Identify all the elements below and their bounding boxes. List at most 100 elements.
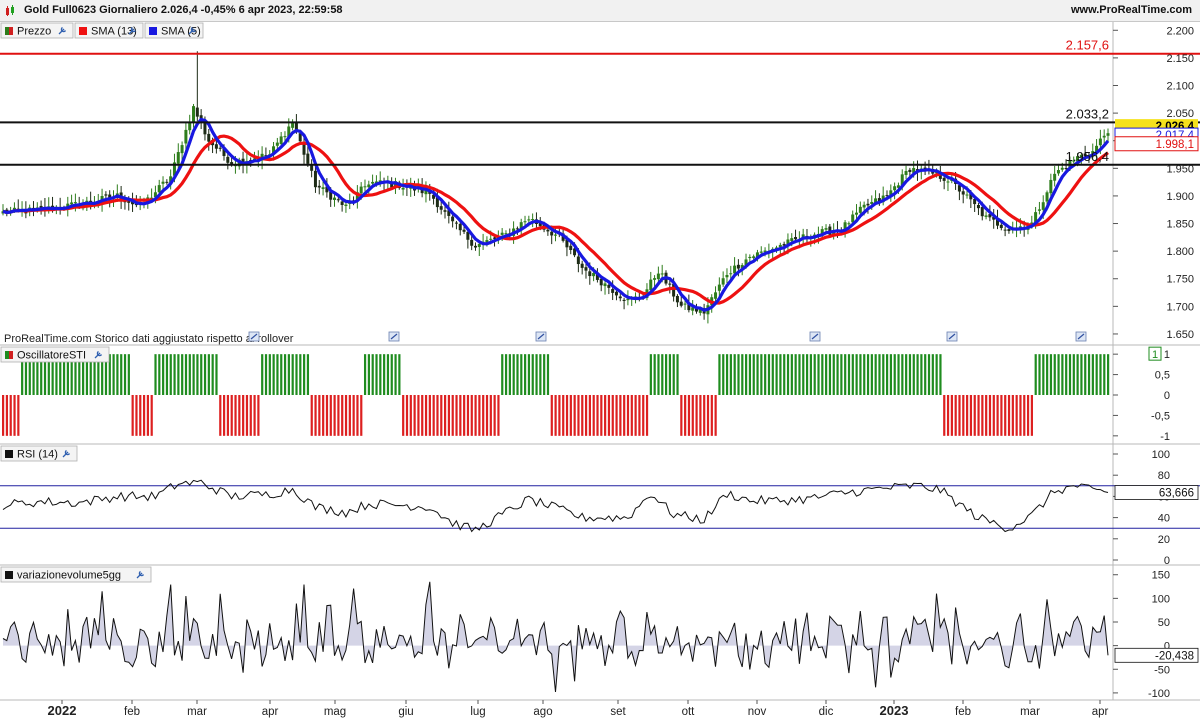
price-candle xyxy=(851,214,855,223)
price-candle xyxy=(1045,192,1049,202)
price-candle xyxy=(855,212,859,215)
legend-sma13[interactable]: SMA (13) xyxy=(74,22,144,39)
price-candle xyxy=(942,177,946,181)
event-flag-icon[interactable] xyxy=(809,331,821,342)
price-candle xyxy=(1060,167,1064,170)
legend-prezzo[interactable]: Prezzo xyxy=(0,22,74,39)
sti-bar xyxy=(584,395,588,436)
event-flag-icon[interactable] xyxy=(1075,331,1087,342)
price-candle xyxy=(984,215,988,217)
price-candle xyxy=(371,181,375,184)
chart-canvas[interactable]: 2.157,62.033,21.956,4ProRealTime.com Sto… xyxy=(0,22,1200,720)
price-candle xyxy=(165,181,169,183)
sti-bar xyxy=(840,354,843,395)
sti-bar xyxy=(916,354,919,395)
sti-bar xyxy=(973,395,976,436)
price-candle xyxy=(679,301,683,306)
sti-bar xyxy=(638,395,641,436)
sti-bar xyxy=(493,395,496,436)
sti-bar xyxy=(196,354,199,395)
sti-panel[interactable] xyxy=(2,354,1110,436)
sti-bar xyxy=(748,354,752,395)
x-tick-label: mar xyxy=(1020,706,1040,718)
sti-bar xyxy=(463,395,466,436)
sti-bar xyxy=(703,395,706,436)
sti-bar xyxy=(120,354,123,395)
rsi-panel[interactable] xyxy=(0,479,1200,533)
sti-bar xyxy=(752,354,755,395)
volume-panel[interactable] xyxy=(2,581,1109,693)
sti-bar xyxy=(623,395,626,436)
legend-sma5[interactable]: SMA (5) xyxy=(144,22,204,39)
sti-bar xyxy=(565,395,569,436)
sti-bar xyxy=(428,395,431,436)
sti-bar xyxy=(1034,354,1037,395)
sti-bar xyxy=(348,395,351,436)
sti-bar xyxy=(1038,354,1041,395)
sti-bar xyxy=(402,395,405,436)
vol-tick-label: -50 xyxy=(1154,664,1170,676)
legend-sma13-label: SMA (13) xyxy=(91,26,137,38)
price-candle xyxy=(752,256,756,259)
sti-bar xyxy=(207,354,210,395)
price-candle xyxy=(336,199,340,201)
legend-prezzo-label: Prezzo xyxy=(17,26,51,38)
sti-bar xyxy=(1091,354,1094,395)
sti-bar xyxy=(539,354,542,395)
sti-bar xyxy=(832,354,835,395)
price-candle xyxy=(584,267,588,271)
legend-sti[interactable]: OscillatoreSTI xyxy=(0,346,110,363)
sti-bar xyxy=(363,354,367,395)
level-label: 2.033,2 xyxy=(1066,106,1109,121)
legend-rsi[interactable]: RSI (14) xyxy=(0,445,78,462)
sti-bar xyxy=(1080,354,1083,395)
price-panel[interactable]: 2.157,62.033,21.956,4ProRealTime.com Sto… xyxy=(0,38,1200,345)
sti-bar xyxy=(268,354,271,395)
price-candle xyxy=(675,295,679,303)
price-candle xyxy=(310,165,314,171)
event-flag-icon[interactable] xyxy=(388,331,400,342)
vol-tick-label: 100 xyxy=(1152,593,1170,605)
sti-bar xyxy=(390,354,393,395)
price-candle xyxy=(1041,202,1045,210)
legend-sma13-swatch xyxy=(79,27,87,35)
price-candle xyxy=(611,289,615,293)
x-tick-label: ott xyxy=(682,706,696,718)
sti-bar xyxy=(1007,395,1011,436)
sti-bar xyxy=(230,395,233,436)
legend-rsi-swatch xyxy=(5,450,13,458)
sti-bar xyxy=(1049,354,1053,395)
sti-bar xyxy=(905,354,908,395)
legend-volume[interactable]: variazionevolume5gg xyxy=(0,566,152,583)
price-tick-label: 1.800 xyxy=(1166,246,1194,258)
sti-bar xyxy=(699,395,702,436)
sti-tick-label: 1 xyxy=(1164,349,1170,361)
event-flag-icon[interactable] xyxy=(248,331,260,342)
legend-prezzo-swatch-b xyxy=(9,27,13,35)
sti-bar xyxy=(329,395,332,436)
sti-bar xyxy=(470,395,473,436)
price-tick-label: 1.950 xyxy=(1166,163,1194,175)
sti-bar xyxy=(645,395,649,436)
price-candle xyxy=(306,153,310,164)
price-tick-label: 1.850 xyxy=(1166,219,1194,231)
price-candle xyxy=(180,145,184,154)
sti-bar xyxy=(901,354,904,395)
price-candle xyxy=(908,169,912,172)
sti-bar xyxy=(398,354,401,395)
price-candle xyxy=(214,144,218,149)
sti-bar xyxy=(295,354,298,395)
sti-bar xyxy=(501,354,504,395)
price-candle xyxy=(321,187,325,189)
event-flag-icon[interactable] xyxy=(946,331,958,342)
sti-bar xyxy=(379,354,382,395)
sti-bar xyxy=(459,395,462,436)
sti-bar xyxy=(1065,354,1068,395)
event-flag-icon[interactable] xyxy=(535,331,547,342)
sti-bar xyxy=(1084,354,1087,395)
sti-bar xyxy=(684,395,687,436)
price-tick-label: 1.650 xyxy=(1166,329,1194,341)
sti-bar xyxy=(581,395,584,436)
sti-bar xyxy=(272,354,275,395)
sti-bar xyxy=(333,395,336,436)
